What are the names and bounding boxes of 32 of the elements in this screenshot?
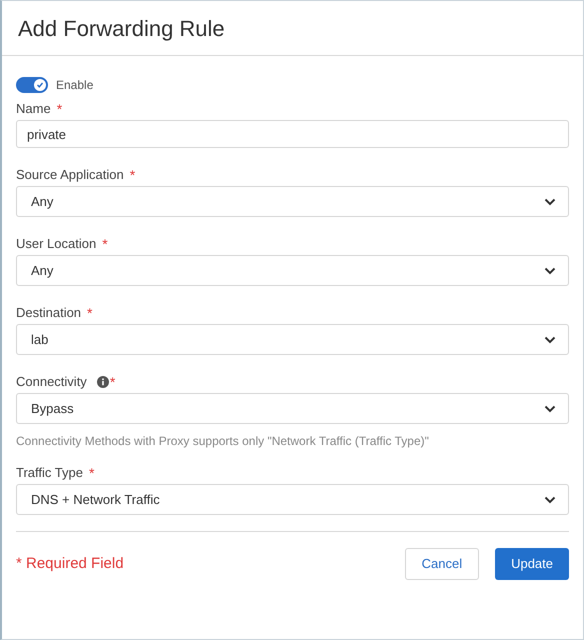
- dropdown[interactable]: DNS + Network Traffic: [16, 484, 569, 515]
- enable-toggle[interactable]: [16, 77, 48, 93]
- chevron-down-icon: [544, 266, 556, 274]
- chevron-down-icon: [544, 404, 556, 412]
- required-mark: *: [88, 464, 94, 482]
- name-field[interactable]: private: [16, 120, 569, 148]
- chevron-down-icon: [544, 198, 556, 206]
- dropdown[interactable]: lab: [16, 324, 569, 355]
- check-icon: [36, 81, 44, 89]
- field-label: User Location: [16, 235, 96, 254]
- update-button[interactable]: Update: [495, 548, 569, 580]
- required-field-note: * Required Field: [16, 554, 124, 574]
- dropdown[interactable]: Bypass: [16, 393, 569, 424]
- dropdown[interactable]: Any: [16, 186, 569, 217]
- required-mark: *: [56, 100, 62, 118]
- chevron-down-icon: [544, 336, 556, 344]
- required-mark: *: [102, 234, 108, 254]
- dropdown[interactable]: Any: [16, 255, 569, 286]
- chevron-down-icon: [544, 496, 556, 504]
- field-label: Name: [16, 100, 51, 118]
- enable-label: Enable: [56, 77, 94, 94]
- cancel-button[interactable]: Cancel: [404, 548, 480, 580]
- required-mark: *: [110, 372, 116, 392]
- hint-text: Connectivity Methods with Proxy supports only "Network Traffic (Traffic Type)": [16, 433, 430, 450]
- info-icon: [96, 376, 109, 388]
- required-mark: *: [87, 304, 92, 322]
- field-label: Connectivity: [16, 373, 87, 392]
- field-label: Source Application: [16, 166, 124, 184]
- field-label: Traffic Type: [16, 464, 83, 482]
- dialog-title: Add Forwarding Rule: [18, 14, 225, 43]
- required-mark: *: [130, 166, 136, 184]
- field-label: Destination: [16, 304, 82, 322]
